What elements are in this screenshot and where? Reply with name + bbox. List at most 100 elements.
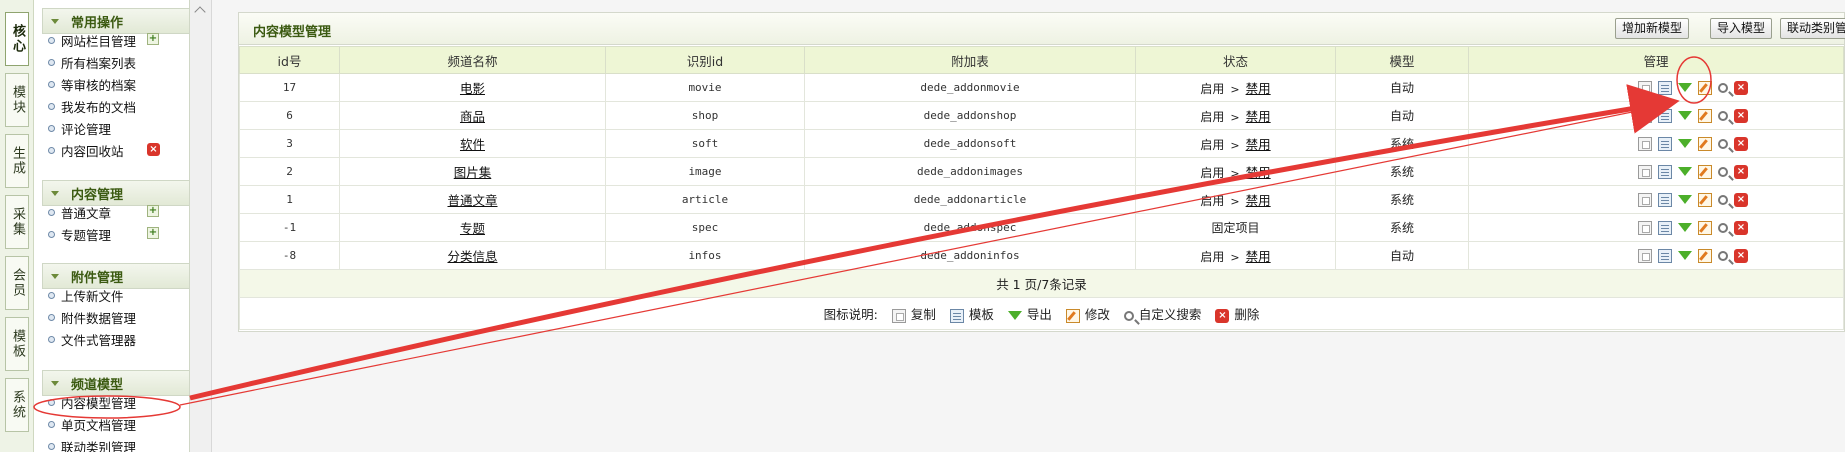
- vertical-tab[interactable]: 采集: [5, 195, 29, 249]
- export-icon[interactable]: [1678, 83, 1692, 93]
- add-model-button[interactable]: 增加新模型: [1615, 18, 1690, 39]
- export-icon[interactable]: [1678, 195, 1692, 205]
- sidebar-item-label: 联动类别管理: [61, 439, 137, 452]
- export-icon[interactable]: [1678, 167, 1692, 177]
- channel-name-link[interactable]: 商品: [460, 109, 485, 124]
- sidebar-item[interactable]: 内容回收站: [48, 140, 124, 160]
- disable-link[interactable]: 禁用: [1246, 249, 1271, 264]
- search-icon: [1123, 310, 1134, 321]
- export-icon[interactable]: [1678, 111, 1692, 121]
- sidebar-item[interactable]: 联动类别管理: [48, 436, 136, 452]
- sidebar-item[interactable]: 附件数据管理: [48, 307, 136, 327]
- cell-id: -8: [239, 241, 340, 270]
- template-icon[interactable]: [1658, 164, 1672, 179]
- search-icon[interactable]: [1718, 82, 1728, 93]
- delete-icon[interactable]: ×: [1734, 136, 1748, 151]
- delete-icon[interactable]: ×: [1734, 108, 1748, 123]
- channel-name-link[interactable]: 电影: [460, 81, 485, 96]
- template-icon[interactable]: [1658, 248, 1672, 263]
- vertical-tab[interactable]: 模板: [5, 317, 29, 371]
- vertical-tab[interactable]: 核心: [5, 12, 29, 66]
- sidebar-item[interactable]: 等审核的档案: [48, 74, 136, 94]
- channel-name-link[interactable]: 图片集: [454, 165, 492, 180]
- template-icon[interactable]: [1658, 108, 1672, 123]
- delete-icon[interactable]: ×: [1734, 248, 1748, 263]
- sidebar-item[interactable]: 上传新文件: [48, 285, 124, 305]
- delete-icon[interactable]: ×: [1734, 220, 1748, 235]
- edit-icon[interactable]: [1698, 136, 1712, 151]
- disable-link[interactable]: 禁用: [1246, 109, 1271, 124]
- copy-icon[interactable]: [1638, 248, 1652, 263]
- copy-icon[interactable]: [1638, 192, 1652, 207]
- add-icon[interactable]: +: [147, 227, 159, 239]
- copy-icon[interactable]: [1638, 136, 1652, 151]
- vertical-tab[interactable]: 生成: [5, 134, 29, 188]
- vertical-tab[interactable]: 会员: [5, 256, 29, 310]
- channel-name-link[interactable]: 分类信息: [447, 249, 497, 264]
- sidebar-item[interactable]: 评论管理: [48, 118, 111, 138]
- sidebar-item[interactable]: 所有档案列表: [48, 52, 136, 72]
- sidebar-splitter[interactable]: [190, 0, 212, 452]
- search-icon[interactable]: [1718, 110, 1728, 121]
- edit-icon[interactable]: [1698, 220, 1712, 235]
- cell-name: 普通文章: [339, 185, 606, 214]
- disable-link[interactable]: 禁用: [1246, 165, 1271, 180]
- disable-link[interactable]: 禁用: [1246, 81, 1271, 96]
- add-icon[interactable]: +: [147, 33, 159, 45]
- vertical-tab[interactable]: 系统: [5, 378, 29, 432]
- edit-icon[interactable]: [1698, 192, 1712, 207]
- sidebar-item-label: 等审核的档案: [61, 77, 137, 93]
- import-model-button[interactable]: 导入模型: [1710, 18, 1773, 39]
- sidebar-item[interactable]: 普通文章: [48, 202, 111, 222]
- export-icon[interactable]: [1678, 223, 1692, 233]
- cell-nid: shop: [605, 101, 805, 130]
- export-icon[interactable]: [1678, 139, 1692, 149]
- delete-icon[interactable]: ×: [1734, 164, 1748, 179]
- copy-icon[interactable]: [1638, 80, 1652, 95]
- disable-link[interactable]: 禁用: [1246, 137, 1271, 152]
- search-icon[interactable]: [1718, 222, 1728, 233]
- channel-name-link[interactable]: 普通文章: [447, 193, 497, 208]
- template-icon[interactable]: [1658, 192, 1672, 207]
- delete-icon[interactable]: ×: [1734, 192, 1748, 207]
- copy-icon[interactable]: [1638, 220, 1652, 235]
- collapse-caret-icon[interactable]: [194, 6, 206, 18]
- add-icon[interactable]: +: [147, 205, 159, 217]
- search-icon[interactable]: [1718, 166, 1728, 177]
- sidebar-item[interactable]: 网站栏目管理: [48, 30, 136, 50]
- edit-icon[interactable]: [1698, 248, 1712, 263]
- bullet-icon: [48, 313, 55, 321]
- sidebar-item[interactable]: 专题管理: [48, 224, 111, 244]
- sidebar-item[interactable]: 内容模型管理: [48, 392, 136, 412]
- copy-icon[interactable]: [1638, 164, 1652, 179]
- search-icon[interactable]: [1718, 138, 1728, 149]
- edit-icon: [1065, 308, 1080, 323]
- status-arrow: >: [1230, 251, 1240, 264]
- sidebar-item[interactable]: 文件式管理器: [48, 329, 136, 349]
- sidebar-item[interactable]: 单页文档管理: [48, 414, 136, 434]
- export-icon[interactable]: [1678, 251, 1692, 261]
- cell-status: 启用 > 禁用: [1135, 101, 1336, 130]
- cell-model: 自动: [1335, 101, 1469, 130]
- search-icon[interactable]: [1718, 194, 1728, 205]
- template-icon[interactable]: [1658, 136, 1672, 151]
- copy-icon[interactable]: [1638, 108, 1652, 123]
- vertical-tab[interactable]: 模块: [5, 73, 29, 127]
- sidebar-item-label: 网站栏目管理: [61, 33, 137, 49]
- channel-name-link[interactable]: 专题: [460, 221, 485, 236]
- disable-link[interactable]: 禁用: [1246, 193, 1271, 208]
- linkage-category-button[interactable]: 联动类别管理: [1780, 18, 1845, 39]
- delete-icon[interactable]: ×: [147, 143, 160, 156]
- delete-icon[interactable]: ×: [1734, 80, 1748, 95]
- sidebar-item[interactable]: 我发布的文档: [48, 96, 136, 116]
- app-window: 核心 模块 生成 采集 会员 模板 系统 常用操作 网站栏目管理 + 所有档案列表 等审核的档案 我发…: [0, 0, 1845, 452]
- search-icon[interactable]: [1718, 250, 1728, 261]
- edit-icon[interactable]: [1698, 108, 1712, 123]
- edit-icon[interactable]: [1698, 164, 1712, 179]
- template-icon[interactable]: [1658, 220, 1672, 235]
- column-header: 管理: [1468, 46, 1844, 74]
- edit-icon[interactable]: [1698, 80, 1712, 95]
- channel-name-link[interactable]: 软件: [460, 137, 485, 152]
- cell-nid: soft: [605, 129, 805, 158]
- template-icon[interactable]: [1658, 80, 1672, 95]
